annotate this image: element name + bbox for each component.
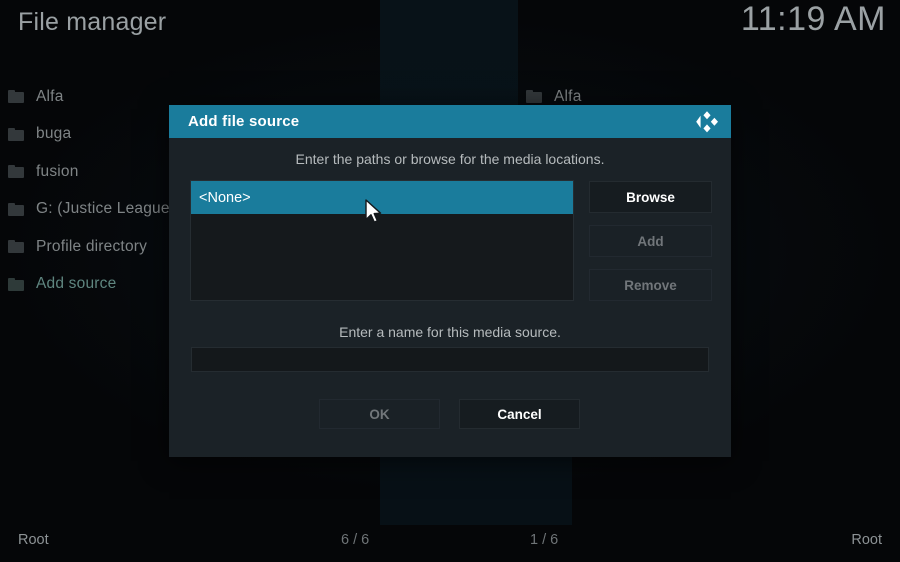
dialog-title: Add file source <box>188 113 300 130</box>
source-name-input[interactable] <box>191 347 709 372</box>
list-item-label: Profile directory <box>36 237 148 255</box>
paths-list-box[interactable]: <None> <box>190 180 574 301</box>
list-item-label: Add source <box>36 275 117 293</box>
list-item-label: G: (Justice League) <box>36 200 176 218</box>
folder-icon <box>8 90 24 104</box>
ok-button[interactable]: OK <box>319 399 440 429</box>
list-item-label: Alfa <box>554 87 582 105</box>
path-list-item[interactable]: <None> <box>191 181 573 214</box>
status-right-path: Root <box>851 532 882 548</box>
list-item-label: buga <box>36 125 72 143</box>
folder-icon <box>8 202 24 216</box>
source-name-input-value <box>192 348 708 354</box>
clock-label: 11:19 AM <box>740 0 886 38</box>
status-left-path: Root <box>18 532 49 548</box>
status-bar: Root 6 / 6 1 / 6 Root <box>0 522 900 562</box>
status-left-count: 6 / 6 <box>341 532 370 548</box>
kodi-screen: File manager 11:19 AM Alfa buga fusion G… <box>0 0 900 562</box>
folder-icon <box>526 90 542 104</box>
page-title: File manager <box>18 8 167 36</box>
add-button[interactable]: Add <box>589 225 712 257</box>
list-item-label: fusion <box>36 162 79 180</box>
dialog-title-bar: Add file source <box>169 105 731 138</box>
status-right-count: 1 / 6 <box>530 532 559 548</box>
browse-button[interactable]: Browse <box>589 181 712 213</box>
cancel-button[interactable]: Cancel <box>459 399 580 429</box>
folder-icon <box>8 240 24 254</box>
folder-icon <box>8 165 24 179</box>
folder-icon <box>8 277 24 291</box>
background-panel-center-lower <box>380 455 572 525</box>
kodi-logo-icon <box>694 109 720 135</box>
top-bar: File manager 11:19 AM <box>0 0 900 58</box>
remove-button[interactable]: Remove <box>589 269 712 301</box>
add-file-source-dialog: Add file source Enter the paths or brows… <box>169 105 731 457</box>
list-item-label: Alfa <box>36 87 64 105</box>
dialog-subtitle: Enter the paths or browse for the media … <box>295 151 605 167</box>
folder-icon <box>8 127 24 141</box>
name-field-label: Enter a name for this media source. <box>339 324 561 340</box>
